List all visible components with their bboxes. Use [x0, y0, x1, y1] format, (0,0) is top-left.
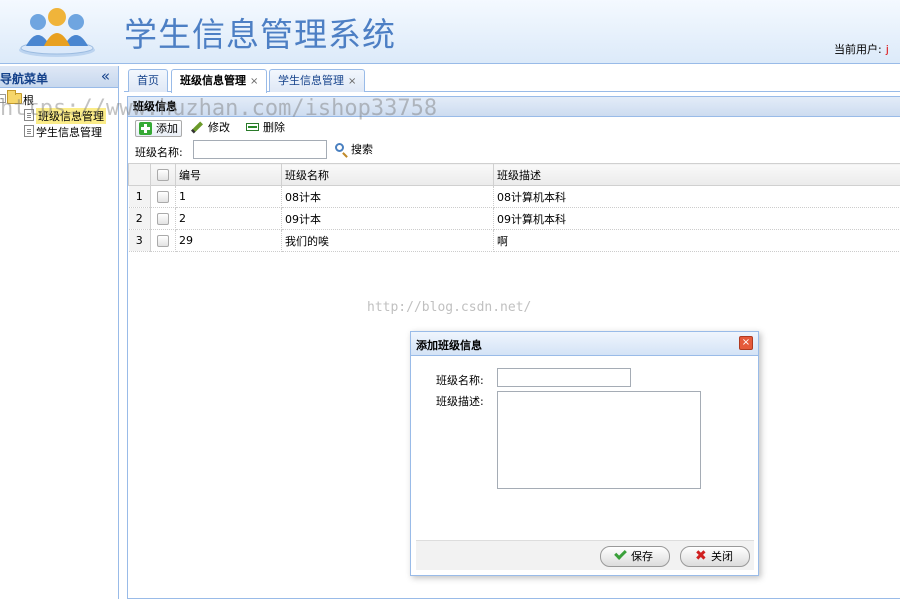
row-checkbox-cell[interactable] — [150, 207, 176, 230]
app-header: 学生信息管理系统 当前用户: j — [0, 0, 900, 64]
search-label: 班级名称: — [135, 146, 183, 159]
row-number: 3 — [128, 229, 151, 252]
tab-class-info[interactable]: 班级信息管理 × — [171, 69, 268, 93]
check-icon — [614, 547, 627, 560]
column-header-id[interactable]: 编号 — [175, 163, 282, 186]
cross-icon: ✖ — [695, 548, 707, 564]
table-header: 编号 班级名称 班级描述 — [128, 163, 900, 186]
tree-root[interactable]: - 根 — [0, 90, 118, 107]
close-icon[interactable]: × — [348, 76, 356, 87]
cell-name: 09计本 — [281, 207, 494, 230]
class-table: 编号 班级名称 班级描述 1 1 08计本 08计算机本科 2 2 09计本 0… — [128, 163, 900, 252]
panel-title: 班级信息 — [128, 97, 900, 117]
class-desc-textarea[interactable] — [497, 391, 701, 489]
toolbar: 添加 修改 删除 — [128, 117, 900, 139]
row-checkbox-cell[interactable] — [150, 185, 176, 208]
search-input[interactable] — [193, 140, 327, 159]
add-class-dialog: 添加班级信息 × 班级名称: 班级描述: 保存 ✖ 关闭 — [410, 331, 759, 576]
app-title: 学生信息管理系统 — [124, 15, 396, 54]
dialog-footer: 保存 ✖ 关闭 — [416, 540, 754, 570]
current-user-label: 当前用户: — [834, 43, 882, 56]
minus-icon — [246, 123, 259, 131]
tab-home[interactable]: 首页 — [128, 69, 168, 92]
document-icon — [24, 109, 34, 121]
close-icon[interactable]: × — [250, 76, 258, 87]
class-name-input[interactable] — [497, 368, 631, 387]
cell-id: 29 — [175, 229, 282, 252]
save-button[interactable]: 保存 — [600, 546, 670, 567]
document-icon — [24, 125, 34, 137]
close-button[interactable]: ✖ 关闭 — [680, 546, 750, 567]
current-user: 当前用户: j — [834, 41, 889, 57]
table-row[interactable]: 1 1 08计本 08计算机本科 — [128, 185, 900, 208]
sidebar-item-label: 班级信息管理 — [36, 108, 106, 124]
row-number: 1 — [128, 185, 151, 208]
tab-label: 学生信息管理 — [278, 74, 344, 87]
pencil-icon — [190, 121, 204, 134]
close-button-label: 关闭 — [711, 550, 733, 563]
cell-desc: 啊 — [493, 229, 900, 252]
select-all-checkbox[interactable] — [150, 163, 176, 186]
search-button[interactable]: 搜索 — [333, 142, 373, 158]
add-button-label: 添加 — [156, 122, 178, 135]
table-row[interactable]: 3 29 我们的唉 啊 — [128, 229, 900, 252]
dialog-body: 班级名称: 班级描述: — [416, 362, 754, 540]
checkbox[interactable] — [157, 169, 169, 181]
column-header-desc[interactable]: 班级描述 — [493, 163, 900, 186]
class-desc-label: 班级描述: — [436, 395, 484, 408]
cell-name: 我们的唉 — [281, 229, 494, 252]
nav-tree: - 根 班级信息管理 学生信息管理 — [0, 88, 118, 139]
edit-button[interactable]: 修改 — [188, 120, 233, 137]
delete-button-label: 删除 — [263, 121, 285, 134]
add-button[interactable]: 添加 — [135, 120, 182, 137]
cell-desc: 09计算机本科 — [493, 207, 900, 230]
column-header-name[interactable]: 班级名称 — [281, 163, 494, 186]
tab-label: 班级信息管理 — [180, 74, 246, 87]
sidebar-item-label: 学生信息管理 — [36, 126, 102, 139]
users-group-icon — [19, 8, 95, 57]
cell-id: 1 — [175, 185, 282, 208]
checkbox[interactable] — [157, 213, 169, 225]
collapse-node-icon[interactable]: - — [0, 94, 6, 103]
sidebar-item-class-info[interactable]: 班级信息管理 — [0, 107, 118, 124]
plus-icon — [139, 122, 152, 135]
tab-bar: 首页 班级信息管理 × 学生信息管理 × — [124, 66, 900, 93]
row-number: 2 — [128, 207, 151, 230]
delete-button[interactable]: 删除 — [243, 120, 288, 137]
magnifier-icon — [335, 143, 344, 152]
table-row[interactable]: 2 2 09计本 09计算机本科 — [128, 207, 900, 230]
search-button-label: 搜索 — [351, 143, 373, 156]
save-button-label: 保存 — [631, 550, 653, 563]
checkbox[interactable] — [157, 191, 169, 203]
row-number-header — [128, 163, 151, 186]
tab-student-info[interactable]: 学生信息管理 × — [269, 69, 366, 92]
nav-title: 导航菜单 — [0, 72, 49, 86]
dialog-header: 添加班级信息 × — [411, 332, 758, 356]
folder-icon — [7, 90, 22, 104]
nav-panel: 导航菜单 « - 根 班级信息管理 学生信息管理 — [0, 66, 119, 599]
sidebar-item-student-info[interactable]: 学生信息管理 — [0, 123, 118, 139]
cell-desc: 08计算机本科 — [493, 185, 900, 208]
edit-button-label: 修改 — [208, 121, 230, 134]
tree-root-label: 根 — [23, 94, 34, 107]
cell-name: 08计本 — [281, 185, 494, 208]
class-name-label: 班级名称: — [436, 374, 484, 387]
row-checkbox-cell[interactable] — [150, 229, 176, 252]
tab-label: 首页 — [137, 74, 159, 87]
search-bar: 班级名称: 搜索 — [128, 139, 900, 163]
dialog-title: 添加班级信息 — [416, 339, 482, 352]
cell-id: 2 — [175, 207, 282, 230]
checkbox[interactable] — [157, 235, 169, 247]
collapse-icon[interactable]: « — [101, 67, 110, 85]
close-icon[interactable]: × — [739, 336, 753, 350]
nav-header: 导航菜单 « — [0, 66, 118, 88]
current-user-name[interactable]: j — [886, 43, 889, 56]
